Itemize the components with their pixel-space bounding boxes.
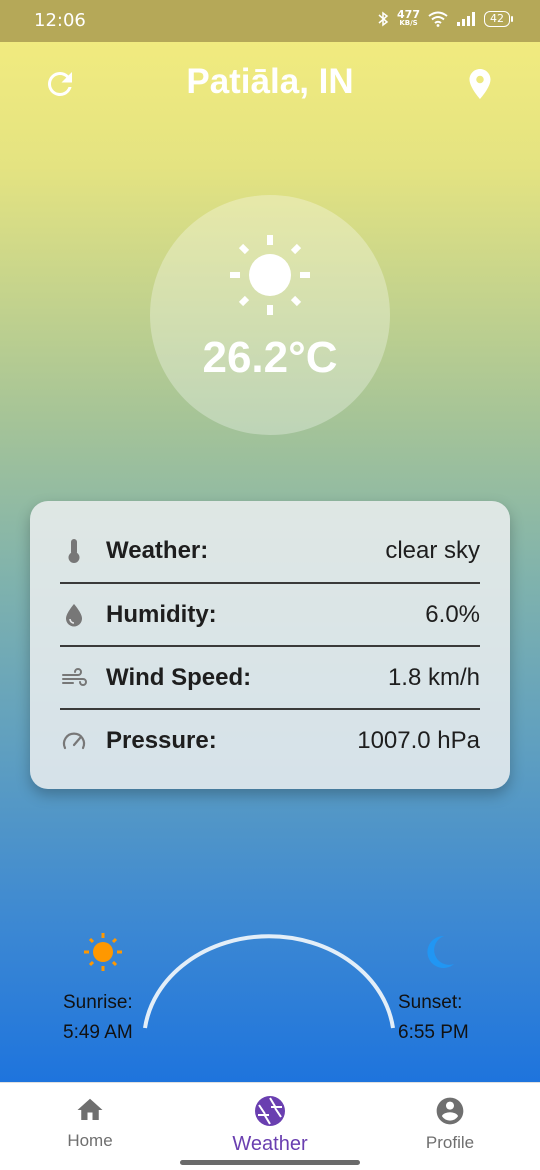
wifi-icon bbox=[428, 11, 448, 27]
nav-profile[interactable]: Profile bbox=[390, 1095, 510, 1153]
thermometer-icon bbox=[60, 537, 88, 565]
detail-value: clear sky bbox=[385, 536, 480, 564]
detail-label: Pressure: bbox=[106, 726, 217, 754]
detail-value: 1007.0 hPa bbox=[357, 726, 480, 754]
nav-profile-label: Profile bbox=[425, 1133, 475, 1152]
nav-home[interactable]: Home bbox=[30, 1095, 150, 1151]
sunrise-info: Sunrise: 5:49 AM bbox=[63, 988, 133, 1048]
wind-icon bbox=[60, 664, 88, 692]
sunset-time: 6:55 PM bbox=[398, 1022, 469, 1043]
water-drop-icon bbox=[60, 601, 88, 629]
current-weather-circle: 26.2°C bbox=[150, 195, 390, 435]
sun-path-arc bbox=[143, 934, 395, 1029]
net-speed: 477 KB/S bbox=[397, 8, 420, 27]
detail-label: Wind Speed: bbox=[106, 663, 252, 691]
detail-row-wind-speed: Wind Speed: 1.8 km/h bbox=[60, 645, 480, 708]
temperature-value: 26.2°C bbox=[202, 333, 338, 382]
signal-icon bbox=[457, 12, 475, 26]
detail-row-weather: Weather: clear sky bbox=[60, 519, 480, 582]
nav-home-label: Home bbox=[67, 1131, 113, 1150]
speedometer-icon bbox=[60, 727, 88, 755]
detail-row-pressure: Pressure: 1007.0 hPa bbox=[60, 708, 480, 771]
gesture-bar[interactable] bbox=[180, 1160, 360, 1165]
status-bar: 12:06 477 KB/S 42 bbox=[0, 0, 540, 42]
account-circle-icon bbox=[436, 1097, 464, 1125]
detail-value: 6.0% bbox=[425, 600, 480, 628]
city-title: Patiāla, IN bbox=[186, 62, 354, 101]
detail-value: 1.8 km/h bbox=[387, 663, 480, 691]
nav-weather-label: Weather bbox=[232, 1133, 308, 1155]
sunset-moon-icon bbox=[427, 935, 454, 968]
sunset-label: Sunset: bbox=[398, 992, 463, 1013]
camera-aperture-icon bbox=[255, 1096, 285, 1126]
sunset-info: Sunset: 6:55 PM bbox=[398, 988, 469, 1048]
status-time: 12:06 bbox=[34, 10, 86, 31]
sunrise-label: Sunrise: bbox=[63, 992, 133, 1013]
sunrise-time: 5:49 AM bbox=[63, 1022, 133, 1043]
detail-label: Weather: bbox=[106, 536, 209, 564]
nav-weather[interactable]: Weather bbox=[210, 1095, 330, 1156]
battery-indicator: 42 bbox=[484, 11, 513, 27]
bottom-navigation: Home Weather Profile bbox=[0, 1082, 540, 1170]
sunrise-sun-icon bbox=[84, 933, 122, 971]
sun-icon bbox=[230, 235, 310, 315]
detail-row-humidity: Humidity: 6.0% bbox=[60, 582, 480, 645]
bluetooth-icon bbox=[378, 11, 389, 27]
weather-screen: Patiāla, IN 26.2°C Weather: clear sky Hu… bbox=[0, 42, 540, 1082]
location-pin-icon[interactable] bbox=[462, 66, 498, 102]
weather-details-card: Weather: clear sky Humidity: 6.0% Wind S… bbox=[30, 501, 510, 789]
home-icon bbox=[77, 1098, 103, 1120]
detail-label: Humidity: bbox=[106, 600, 217, 628]
status-icons: 477 KB/S 42 bbox=[377, 8, 513, 28]
